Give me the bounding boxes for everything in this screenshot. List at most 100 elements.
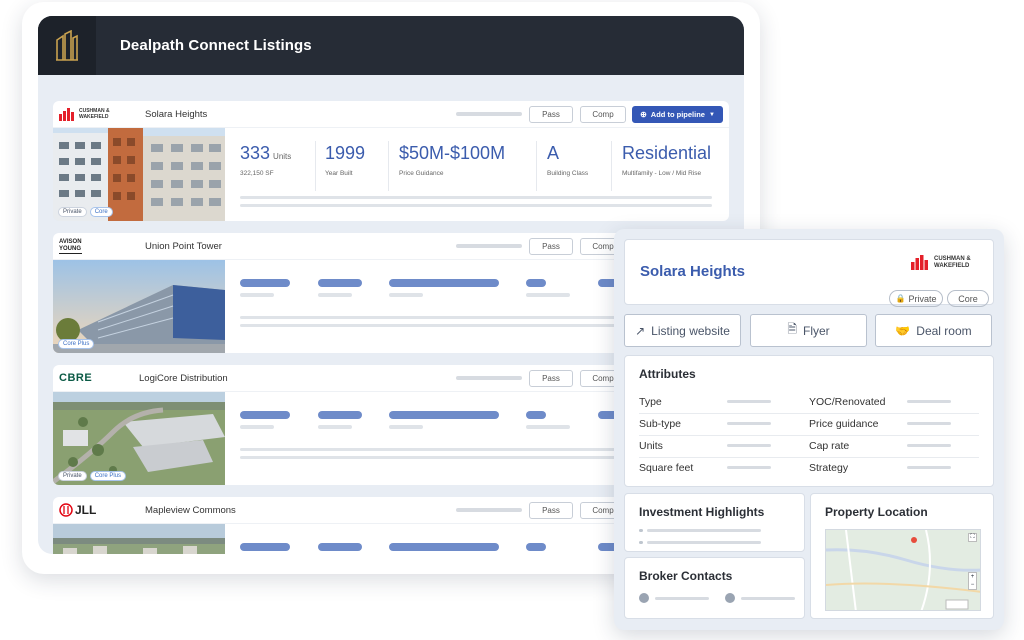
placeholder-bar	[907, 422, 951, 425]
investment-highlights-section: Investment Highlights	[624, 493, 805, 552]
row-divider	[639, 457, 979, 458]
placeholder-bar	[456, 508, 522, 512]
external-link-icon: ↗	[635, 323, 646, 338]
price-guidance-value: $50M-$100M	[399, 143, 506, 163]
zoom-controls-icon[interactable]: + −	[968, 572, 977, 590]
property-map[interactable]: ⛶ + −	[825, 529, 981, 611]
bullet-icon	[639, 541, 643, 544]
pass-button[interactable]: Pass	[529, 502, 573, 519]
cbre-logo: CBRE	[59, 372, 129, 384]
page-title: Dealpath Connect Listings	[120, 37, 312, 54]
placeholder-pill	[389, 279, 499, 287]
handshake-icon: 🤝	[895, 323, 911, 338]
attr-strategy-label: Strategy	[809, 462, 849, 474]
cw-building-icon	[911, 255, 928, 270]
avatar[interactable]	[639, 593, 649, 603]
tag-list: Private Core	[58, 207, 113, 217]
placeholder-bar	[907, 400, 951, 403]
placeholder-bar	[240, 425, 274, 429]
year-built-value: 1999	[325, 143, 366, 163]
placeholder-pill	[526, 279, 546, 287]
attr-price-guidance-label: Price guidance	[809, 418, 879, 430]
core-plus-tag: Core Plus	[89, 471, 127, 481]
placeholder-bar	[907, 466, 951, 469]
private-tag: 🔒 Private	[889, 290, 943, 307]
pipeline-icon: ⊕	[640, 110, 647, 119]
placeholder-pill	[389, 411, 499, 419]
core-plus-tag: Core Plus	[58, 339, 95, 349]
placeholder-bar	[727, 400, 771, 403]
add-to-pipeline-button[interactable]: ⊕ Add to pipeline ▼	[632, 106, 723, 123]
avison-young-logo: AVISON YOUNG	[59, 239, 129, 254]
building-class-label: Building Class	[547, 170, 589, 177]
square-feet-value: 322,150 SF	[240, 170, 274, 177]
property-photo[interactable]: Private Core	[53, 128, 225, 221]
placeholder-bar	[240, 293, 274, 297]
building-class-value: A	[547, 143, 560, 163]
pass-button[interactable]: Pass	[529, 106, 573, 123]
placeholder-bar	[655, 597, 709, 600]
comp-button[interactable]: Comp	[580, 106, 626, 123]
logo-text-line: JLL	[75, 503, 97, 517]
listing-name[interactable]: Union Point Tower	[145, 241, 222, 252]
attr-type-label: Type	[639, 396, 662, 408]
property-photo[interactable]: Core Plus	[53, 260, 225, 353]
map-pin-icon[interactable]	[911, 537, 917, 543]
jll-emblem-icon	[59, 503, 73, 517]
fullscreen-icon[interactable]: ⛶	[968, 533, 977, 542]
property-location-title: Property Location	[825, 505, 928, 519]
tag-list: Private Core Plus	[58, 471, 127, 481]
logo-text-line: YOUNG	[59, 245, 82, 252]
flyer-button[interactable]: 🗎 Flyer	[750, 314, 867, 347]
price-guidance-label: Price Guidance	[399, 170, 444, 177]
private-tag: Private	[58, 207, 87, 217]
top-bar: Dealpath Connect Listings	[38, 16, 744, 75]
placeholder-pill	[318, 279, 362, 287]
cw-building-icon	[59, 107, 74, 121]
listing-name[interactable]: Solara Heights	[145, 109, 207, 120]
year-built-stat: 1999 Year Built	[325, 143, 365, 177]
listing-card-solara-heights[interactable]: CUSHMAN & WAKEFIELD Solara Heights Pass …	[53, 101, 729, 221]
lock-icon: 🔒	[895, 294, 906, 303]
avatar[interactable]	[725, 593, 735, 603]
placeholder-pill	[240, 543, 290, 551]
cushman-wakefield-logo: CUSHMAN & WAKEFIELD	[911, 255, 971, 270]
attr-yoc-label: YOC/Renovated	[809, 396, 886, 408]
units-unit: Units	[273, 152, 292, 161]
property-photo[interactable]: Private Core Plus	[53, 392, 225, 485]
listing-name[interactable]: LogiCore Distribution	[139, 373, 228, 384]
property-photo[interactable]	[53, 524, 225, 554]
attributes-section: Attributes Type Sub-type Units Square fe…	[624, 355, 994, 487]
row-divider	[639, 413, 979, 414]
deal-room-label: Deal room	[916, 323, 972, 338]
placeholder-bar	[647, 529, 761, 532]
listing-name[interactable]: Mapleview Commons	[145, 505, 236, 516]
placeholder-bar	[526, 425, 570, 429]
stat-divider	[315, 141, 316, 191]
placeholder-bar	[907, 444, 951, 447]
pass-button[interactable]: Pass	[529, 370, 573, 387]
deal-room-button[interactable]: 🤝 Deal room	[875, 314, 992, 347]
listing-website-button[interactable]: ↗ Listing website	[624, 314, 741, 347]
dealpath-logo-icon[interactable]	[38, 16, 96, 75]
core-tag: Core	[947, 290, 989, 307]
private-tag-label: Private	[908, 293, 937, 304]
jll-logo: JLL	[59, 503, 129, 517]
placeholder-bar	[389, 293, 423, 297]
caret-down-icon: ▼	[708, 111, 715, 118]
pass-button[interactable]: Pass	[529, 238, 573, 255]
placeholder-bar	[318, 425, 352, 429]
property-type-stat: Residential Multifamily - Low / Mid Rise	[622, 143, 711, 177]
attr-square-feet-label: Square feet	[639, 462, 694, 474]
investment-highlights-title: Investment Highlights	[639, 505, 765, 519]
units-value: 333	[240, 143, 271, 163]
attributes-title: Attributes	[639, 367, 696, 381]
attr-units-label: Units	[639, 440, 663, 452]
placeholder-bar	[741, 597, 795, 600]
placeholder-bar	[389, 425, 423, 429]
property-type-value: Residential	[622, 143, 712, 163]
placeholder-bar	[456, 112, 522, 116]
broker-contacts-title: Broker Contacts	[639, 569, 733, 583]
placeholder-pill	[318, 411, 362, 419]
pipeline-label: Add to pipeline	[650, 110, 705, 119]
